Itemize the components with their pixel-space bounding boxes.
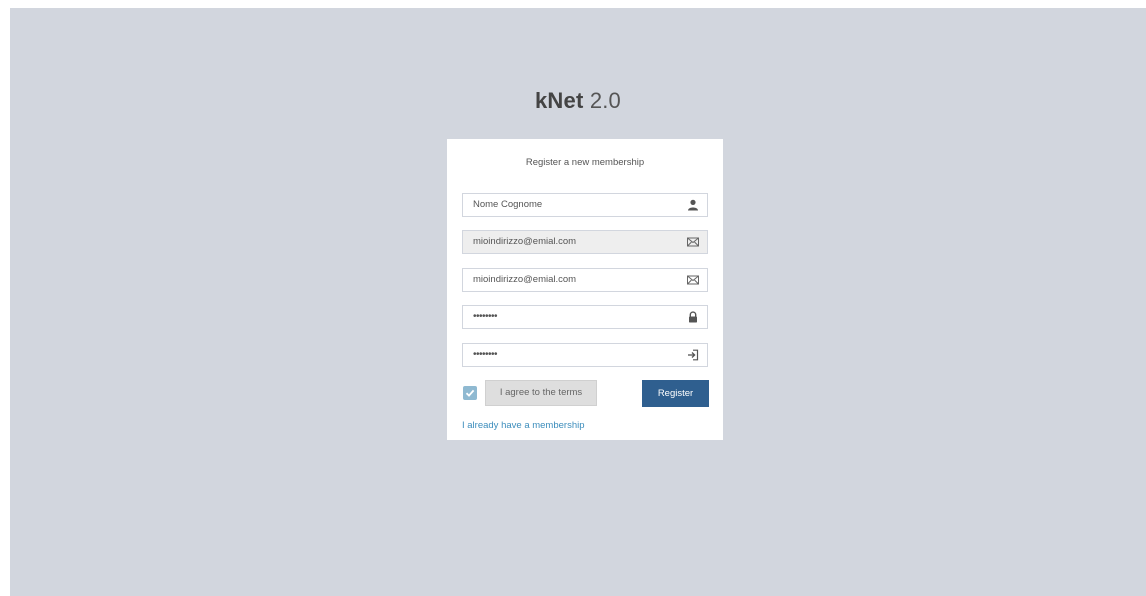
envelope-icon [687, 237, 699, 247]
login-link[interactable]: I already have a membership [462, 420, 585, 431]
full-name-value: Nome Cognome [473, 199, 543, 210]
email-value: mioindirizzo@emial.com [473, 236, 577, 247]
full-name-input[interactable]: Nome Cognome [462, 193, 708, 217]
retype-password-value: •••••••• [473, 349, 498, 360]
password-input[interactable]: •••••••• [462, 305, 708, 329]
terms-checkbox[interactable] [463, 386, 477, 400]
checkmark-icon [465, 389, 475, 397]
email-input[interactable]: mioindirizzo@emial.com [462, 230, 708, 254]
log-in-icon [688, 349, 699, 361]
register-box: Register a new membership Nome Cognome m… [447, 139, 723, 440]
retype-password-input[interactable]: •••••••• [462, 343, 708, 367]
app-logo[interactable]: kNet 2.0 [10, 88, 1146, 114]
password-value: •••••••• [473, 311, 498, 322]
confirm-email-value: mioindirizzo@emial.com [473, 274, 577, 285]
page-background: kNet 2.0 Register a new membership Nome … [10, 8, 1146, 596]
lock-icon [689, 311, 697, 323]
register-button[interactable]: Register [642, 380, 709, 407]
logo-name: kNet [535, 88, 584, 113]
register-message: Register a new membership [525, 157, 645, 168]
user-icon [688, 199, 698, 211]
envelope-icon [687, 275, 699, 285]
confirm-email-input[interactable]: mioindirizzo@emial.com [462, 268, 708, 292]
agree-terms-button[interactable]: I agree to the terms [485, 380, 597, 406]
logo-version: 2.0 [589, 88, 621, 113]
